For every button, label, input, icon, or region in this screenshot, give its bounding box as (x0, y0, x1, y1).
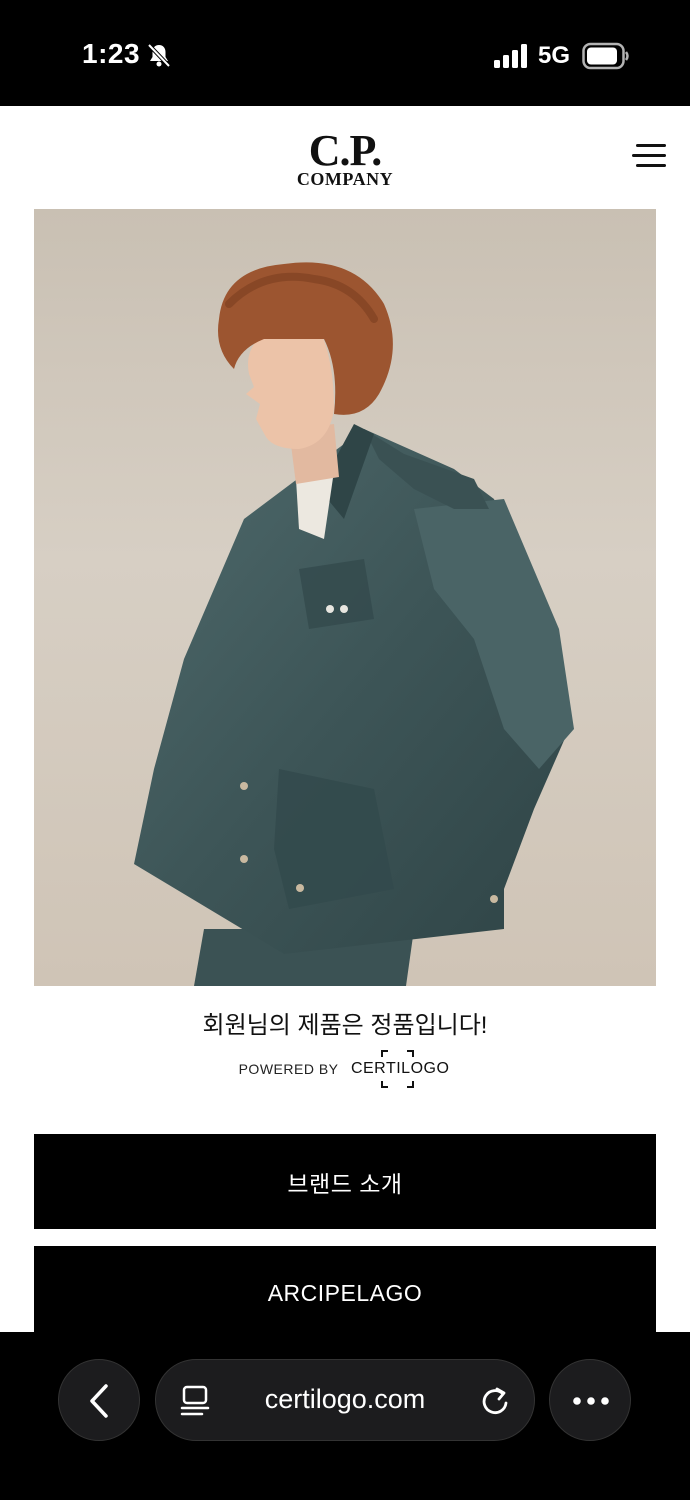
web-page: C.P. COMPANY 회원님의 제품은 정품입니다! POWERED BY … (0, 106, 690, 1332)
browser-toolbar: certilogo.com (0, 1332, 690, 1500)
arcipelago-button[interactable]: ARCIPELAGO (34, 1246, 656, 1332)
powered-by-label: POWERED BY (238, 1061, 339, 1077)
certilogo-logo: CERTILOGO (349, 1050, 451, 1088)
brand-intro-button[interactable]: 브랜드 소개 (34, 1134, 656, 1229)
cellular-signal-icon (494, 44, 527, 68)
address-bar[interactable]: certilogo.com (155, 1359, 535, 1441)
model-illustration (134, 262, 574, 986)
powered-by-certilogo: POWERED BY CERTILOGO (0, 1050, 690, 1088)
bell-slash-icon (147, 43, 171, 68)
logo-line-1: C.P. (308, 126, 383, 175)
more-button[interactable] (549, 1359, 631, 1441)
status-time: 1:23 (82, 38, 141, 69)
battery-icon (582, 42, 629, 70)
more-icon (573, 1397, 609, 1405)
reload-icon[interactable] (478, 1384, 512, 1418)
status-bar: 1:23 5G (0, 0, 690, 106)
brand-logo[interactable]: C.P. COMPANY (0, 126, 690, 189)
back-button[interactable] (58, 1359, 140, 1441)
network-label: 5G (538, 42, 571, 69)
logo-line-2: COMPANY (296, 169, 394, 189)
authenticity-message: 회원님의 제품은 정품입니다! (202, 1012, 488, 1039)
certilogo-wordmark: CERTILOGO (350, 1060, 450, 1077)
hamburger-menu-icon[interactable] (626, 142, 666, 170)
back-chevron-icon (90, 1384, 108, 1418)
hero-product-image (34, 209, 656, 986)
